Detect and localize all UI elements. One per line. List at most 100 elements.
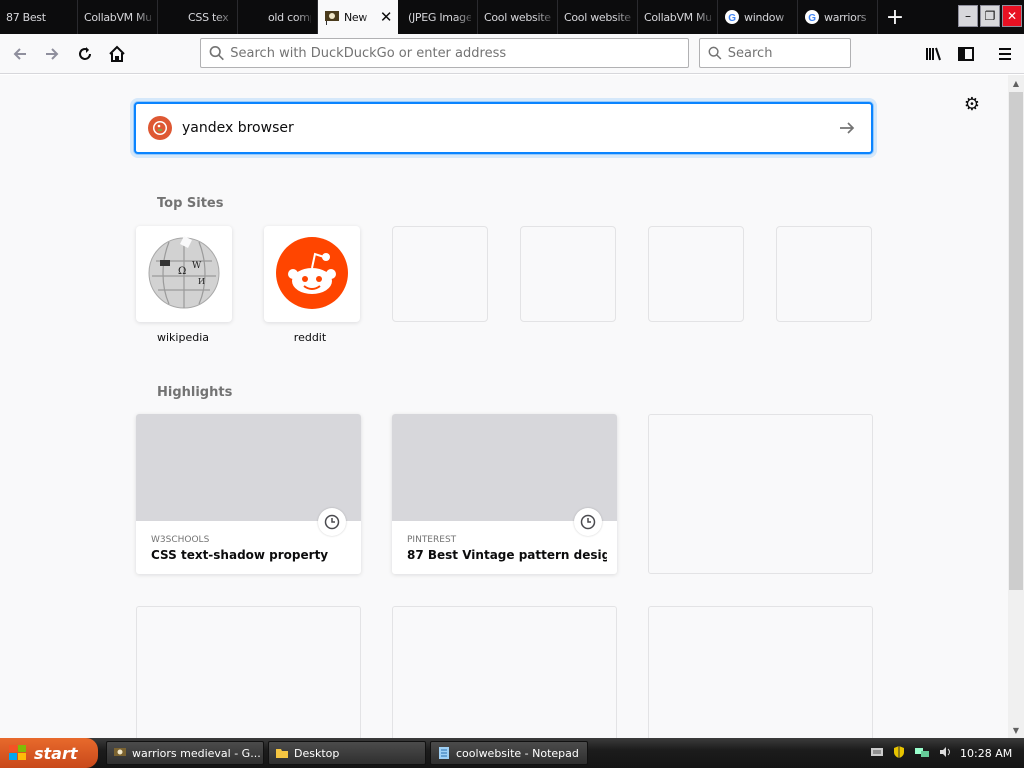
top-site-empty xyxy=(776,226,872,322)
tab-87-best[interactable]: 87 Best xyxy=(0,0,78,34)
card-thumbnail xyxy=(136,414,361,521)
top-site-empty xyxy=(520,226,616,322)
task-label: Desktop xyxy=(294,746,340,760)
home-icon xyxy=(109,45,125,62)
scroll-thumb[interactable] xyxy=(1009,92,1023,590)
svg-text:W: W xyxy=(192,261,202,271)
card-source: PINTEREST xyxy=(407,535,457,545)
reload-button[interactable] xyxy=(71,40,99,68)
clock-icon xyxy=(574,508,602,536)
tab-cool-website-2[interactable]: Cool website xyxy=(558,0,638,34)
scrollbar[interactable]: ▲ ▼ xyxy=(1008,75,1024,738)
library-icon xyxy=(926,47,941,61)
top-site-wikipedia[interactable]: Ω W И xyxy=(136,226,232,322)
tab-jpeg-image[interactable]: (JPEG Image xyxy=(398,0,478,34)
keyboard-icon[interactable] xyxy=(870,746,884,761)
top-sites-heading: Top Sites xyxy=(157,196,224,211)
search-bar[interactable] xyxy=(699,38,851,68)
tab-collabvm-2[interactable]: CollabVM Mu xyxy=(638,0,718,34)
sidebar-icon xyxy=(958,47,974,61)
back-button[interactable] xyxy=(6,40,34,68)
duckduckgo-icon xyxy=(148,116,172,140)
pirate-flag-icon xyxy=(113,746,127,760)
url-bar[interactable] xyxy=(200,38,689,68)
tab-css-text[interactable]: CSS tex xyxy=(158,0,238,34)
library-button[interactable] xyxy=(920,40,948,68)
highlights-heading: Highlights xyxy=(157,385,233,400)
notepad-icon xyxy=(437,746,451,760)
svg-text:Ω: Ω xyxy=(178,266,186,277)
volume-icon[interactable] xyxy=(938,745,952,762)
security-shield-icon[interactable] xyxy=(892,745,906,762)
taskbar-item-desktop[interactable]: Desktop xyxy=(268,741,426,765)
network-icon[interactable] xyxy=(914,745,930,762)
google-icon: G xyxy=(804,9,820,25)
card-title: 87 Best Vintage pattern design i... xyxy=(407,548,607,562)
tab-new[interactable]: New ✕ xyxy=(318,0,398,34)
tab-google-warriors[interactable]: G warriors xyxy=(798,0,878,34)
top-site-label: wikipedia xyxy=(156,331,209,344)
hamburger-menu-icon xyxy=(999,48,1011,60)
task-label: coolwebsite - Notepad xyxy=(456,746,579,760)
clock-icon xyxy=(318,508,346,536)
top-site-label: reddit xyxy=(293,331,327,344)
search-input[interactable] xyxy=(727,45,850,61)
card-source: W3SCHOOLS xyxy=(151,535,210,545)
home-search-box[interactable] xyxy=(134,102,873,154)
go-arrow-icon[interactable] xyxy=(837,118,857,138)
top-site-empty xyxy=(392,226,488,322)
menu-button[interactable] xyxy=(991,40,1019,68)
start-button[interactable]: start xyxy=(0,738,98,768)
taskbar: start warriors medieval - G... Desktop c… xyxy=(0,738,1024,768)
windows-logo-icon xyxy=(9,745,26,760)
clock[interactable]: 10:28 AM xyxy=(960,747,1012,760)
tab-collabvm[interactable]: CollabVM Mu xyxy=(78,0,158,34)
wikipedia-globe-icon: Ω W И xyxy=(148,236,220,309)
url-input[interactable] xyxy=(230,45,688,61)
search-icon xyxy=(209,45,224,61)
reload-icon xyxy=(79,47,91,60)
forward-button[interactable] xyxy=(38,40,66,68)
tab-strip: 87 Best CollabVM Mu CSS tex old comp New… xyxy=(0,0,1024,34)
card-title: CSS text-shadow property xyxy=(151,548,329,562)
highlight-card-empty xyxy=(136,606,361,738)
close-tab-icon[interactable]: ✕ xyxy=(378,8,394,26)
folder-icon xyxy=(275,746,289,760)
restore-icon[interactable]: ❐ xyxy=(980,5,1000,27)
highlight-card[interactable]: PINTEREST 87 Best Vintage pattern design… xyxy=(392,414,617,574)
gear-icon[interactable]: ⚙ xyxy=(962,94,982,115)
sidebar-button[interactable] xyxy=(952,40,980,68)
top-site-reddit[interactable] xyxy=(264,226,360,322)
taskbar-item-firefox[interactable]: warriors medieval - G... xyxy=(106,741,264,765)
new-tab-page: ⚙ Top Sites Ω W И wikipedia xyxy=(0,75,1008,738)
home-button[interactable] xyxy=(103,40,131,68)
svg-text:G: G xyxy=(808,13,816,24)
scroll-up-icon[interactable]: ▲ xyxy=(1008,75,1024,91)
back-arrow-icon xyxy=(13,48,26,60)
system-tray: 10:28 AM xyxy=(860,738,1024,768)
highlight-card-empty xyxy=(648,414,873,574)
forward-arrow-icon xyxy=(46,48,59,60)
tab-old-comp[interactable]: old comp xyxy=(238,0,318,34)
minimize-icon[interactable]: – xyxy=(958,5,978,27)
svg-text:И: И xyxy=(198,277,205,286)
taskbar-item-notepad[interactable]: coolwebsite - Notepad xyxy=(430,741,588,765)
highlight-card-empty xyxy=(648,606,873,738)
start-label: start xyxy=(34,743,78,763)
top-site-empty xyxy=(648,226,744,322)
reddit-icon xyxy=(276,237,348,309)
pirate-flag-icon xyxy=(324,9,340,25)
close-window-icon[interactable]: ✕ xyxy=(1002,5,1022,27)
task-label: warriors medieval - G... xyxy=(132,746,261,760)
highlight-card-empty xyxy=(392,606,617,738)
highlight-card[interactable]: W3SCHOOLS CSS text-shadow property xyxy=(136,414,361,574)
new-tab-button[interactable]: + xyxy=(878,0,912,34)
home-search-input[interactable] xyxy=(182,120,822,136)
search-icon xyxy=(708,46,722,60)
svg-text:G: G xyxy=(728,13,736,24)
tab-cool-website-1[interactable]: Cool website xyxy=(478,0,558,34)
window-controls: – ❐ ✕ xyxy=(958,5,1022,27)
scroll-down-icon[interactable]: ▼ xyxy=(1008,722,1024,738)
google-icon: G xyxy=(724,9,740,25)
tab-google-window[interactable]: G window xyxy=(718,0,798,34)
